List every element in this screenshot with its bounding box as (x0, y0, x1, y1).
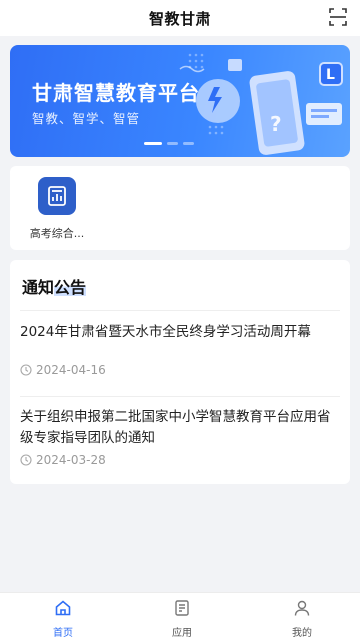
report-chart-icon (38, 177, 76, 215)
notice-heading: 通知公告 (22, 274, 87, 298)
scan-icon[interactable] (328, 7, 348, 27)
tab-label: 我的 (292, 628, 312, 639)
apps-icon (175, 600, 189, 616)
carousel-dot-active (144, 142, 162, 145)
carousel-dot (167, 142, 178, 145)
clock-icon (20, 454, 32, 466)
carousel-indicator (144, 142, 194, 145)
svg-text:?: ? (270, 112, 282, 136)
page-title: 智教甘肃 (148, 9, 211, 28)
clock-icon (20, 364, 32, 376)
notice-item[interactable]: 2024年甘肃省暨天水市全民终身学习活动周开幕 2024-04-16 (20, 322, 340, 377)
app-item-gaokao[interactable]: 高考综合... (24, 177, 90, 241)
banner-title: 甘肃智慧教育平台 (32, 81, 200, 105)
notice-card: 通知公告 2024年甘肃省暨天水市全民终身学习活动周开幕 2024-04-16 … (10, 260, 350, 484)
divider (20, 396, 340, 397)
banner-subtitle: 智教、智学、智管 (32, 111, 141, 126)
notice-date: 2024-04-16 (20, 363, 340, 377)
notice-title: 2024年甘肃省暨天水市全民终身学习活动周开幕 (20, 324, 311, 340)
notice-date: 2024-03-28 (20, 453, 340, 467)
user-icon (294, 600, 310, 616)
tab-apps[interactable]: 应用 (152, 599, 212, 639)
home-icon (55, 600, 71, 616)
top-bar: 智教甘肃 (0, 0, 360, 36)
carousel-dot (183, 142, 194, 145)
notice-item[interactable]: 关于组织申报第二批国家中小学智慧教育平台应用省级专家指导团队的通知 2024-0… (20, 407, 340, 467)
notice-heading-plain: 通知 (22, 278, 55, 297)
divider (20, 310, 340, 311)
notice-title: 关于组织申报第二批国家中小学智慧教育平台应用省级专家指导团队的通知 (20, 409, 331, 446)
notice-date-text: 2024-03-28 (36, 453, 106, 467)
notice-date-text: 2024-04-16 (36, 363, 106, 377)
tab-home[interactable]: 首页 (33, 599, 93, 639)
tab-mine[interactable]: 我的 (272, 599, 332, 639)
tab-label: 应用 (172, 628, 192, 639)
promo-banner[interactable]: ? L 甘肃智慧教育平台 智教、智学、智管 (10, 45, 350, 157)
app-label: 高考综合... (29, 227, 85, 240)
svg-text:L: L (326, 67, 335, 83)
tab-label: 首页 (53, 628, 73, 639)
bottom-tab-bar: 首页 应用 我的 (0, 592, 360, 643)
notice-heading-highlight: 公告 (54, 278, 87, 297)
apps-card: 高考综合... (10, 166, 350, 250)
